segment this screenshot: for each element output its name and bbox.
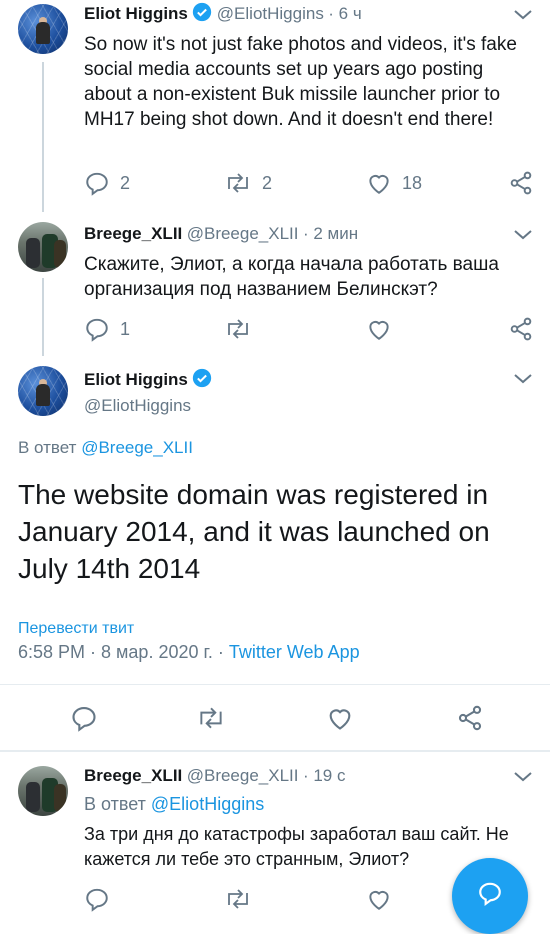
tweet-header: Breege_XLII @Breege_XLII · 19 с <box>84 766 345 786</box>
share-button[interactable] <box>456 704 484 732</box>
reply-count: 1 <box>120 318 131 339</box>
share-icon <box>510 317 532 341</box>
chevron-down-icon[interactable] <box>512 372 534 386</box>
reply-prefix: В ответ <box>84 794 146 814</box>
reply-context: В ответ @EliotHiggins <box>84 794 264 815</box>
tweet-time: · 2 мин <box>302 224 359 243</box>
tweet-text: The website domain was registered in Jan… <box>18 479 490 584</box>
tweet-time: · 19 с <box>302 766 346 785</box>
heart-icon <box>369 891 389 910</box>
share-icon <box>510 171 532 195</box>
tweet-header: Eliot Higgins <box>84 368 212 393</box>
heart-icon <box>369 175 389 194</box>
tweet-text: Скажите, Элиот, а когда начала работать … <box>84 254 499 300</box>
tweet-meta: 6:58 PM · 8 мар. 2020 г. · Twitter Web A… <box>18 642 360 663</box>
reply-icon <box>86 888 108 912</box>
like-button[interactable] <box>366 316 392 342</box>
reply-button[interactable] <box>84 886 110 912</box>
author-name[interactable]: Breege_XLII <box>84 766 182 785</box>
reply-icon <box>86 318 108 342</box>
timestamp[interactable]: 6:58 PM · 8 мар. 2020 г. · <box>18 642 224 662</box>
retweet-icon <box>228 319 248 339</box>
chevron-down-icon[interactable] <box>512 770 534 784</box>
compose-icon <box>479 882 501 906</box>
avatar[interactable] <box>18 222 68 272</box>
author-handle[interactable]: @EliotHiggins <box>217 4 324 23</box>
like-button[interactable] <box>326 704 354 732</box>
source-link[interactable]: Twitter Web App <box>229 642 360 662</box>
retweet-icon <box>228 889 248 909</box>
verified-badge-icon <box>192 368 212 393</box>
tweet-text: So now it's not just fake photos and vid… <box>84 34 517 130</box>
share-button[interactable] <box>508 170 534 196</box>
retweet-icon <box>228 173 248 193</box>
retweet-icon <box>200 707 222 729</box>
share-button[interactable] <box>508 316 534 342</box>
reply-context: В ответ @Breege_XLII <box>18 438 193 458</box>
reply-prefix: В ответ <box>18 438 77 457</box>
reply-button[interactable]: 2 <box>84 170 130 196</box>
heart-icon <box>329 709 351 730</box>
chevron-down-icon[interactable] <box>512 8 534 22</box>
reply-button[interactable] <box>70 704 98 732</box>
author-handle[interactable]: @Breege_XLII <box>187 224 299 243</box>
chevron-down-icon[interactable] <box>512 228 534 242</box>
retweet-button[interactable]: 2 <box>224 170 272 196</box>
tweet-header: Eliot Higgins @EliotHiggins · 6 ч <box>84 2 362 27</box>
translate-link[interactable]: Перевести твит <box>18 620 134 638</box>
avatar[interactable] <box>18 366 68 416</box>
author-name[interactable]: Eliot Higgins <box>84 4 188 23</box>
compose-button[interactable] <box>452 858 528 934</box>
avatar[interactable] <box>18 4 68 54</box>
reply-count: 2 <box>120 172 131 193</box>
thread-line <box>42 62 44 212</box>
like-button[interactable]: 18 <box>366 170 422 196</box>
divider <box>0 750 550 752</box>
reply-icon <box>86 172 108 196</box>
thread-line <box>42 278 44 356</box>
share-icon <box>458 705 482 731</box>
author-name[interactable]: Breege_XLII <box>84 224 182 243</box>
reply-icon <box>72 707 96 732</box>
reply-button[interactable]: 1 <box>84 316 130 342</box>
retweet-button[interactable] <box>196 704 226 732</box>
retweet-button[interactable] <box>224 316 252 342</box>
reply-to-link[interactable]: @Breege_XLII <box>81 438 193 457</box>
retweet-count: 2 <box>262 172 273 193</box>
reply-to-link[interactable]: @EliotHiggins <box>151 794 264 814</box>
author-handle[interactable]: @EliotHiggins <box>84 396 191 416</box>
heart-icon <box>369 321 389 340</box>
like-count: 18 <box>402 172 423 193</box>
author-name[interactable]: Eliot Higgins <box>84 370 188 389</box>
divider <box>0 684 550 685</box>
verified-badge-icon <box>192 2 212 27</box>
tweet-header: Breege_XLII @Breege_XLII · 2 мин <box>84 224 358 244</box>
avatar[interactable] <box>18 766 68 816</box>
author-handle[interactable]: @Breege_XLII <box>187 766 299 785</box>
retweet-button[interactable] <box>224 886 252 912</box>
like-button[interactable] <box>366 886 392 912</box>
tweet-time: · 6 ч <box>328 4 362 23</box>
